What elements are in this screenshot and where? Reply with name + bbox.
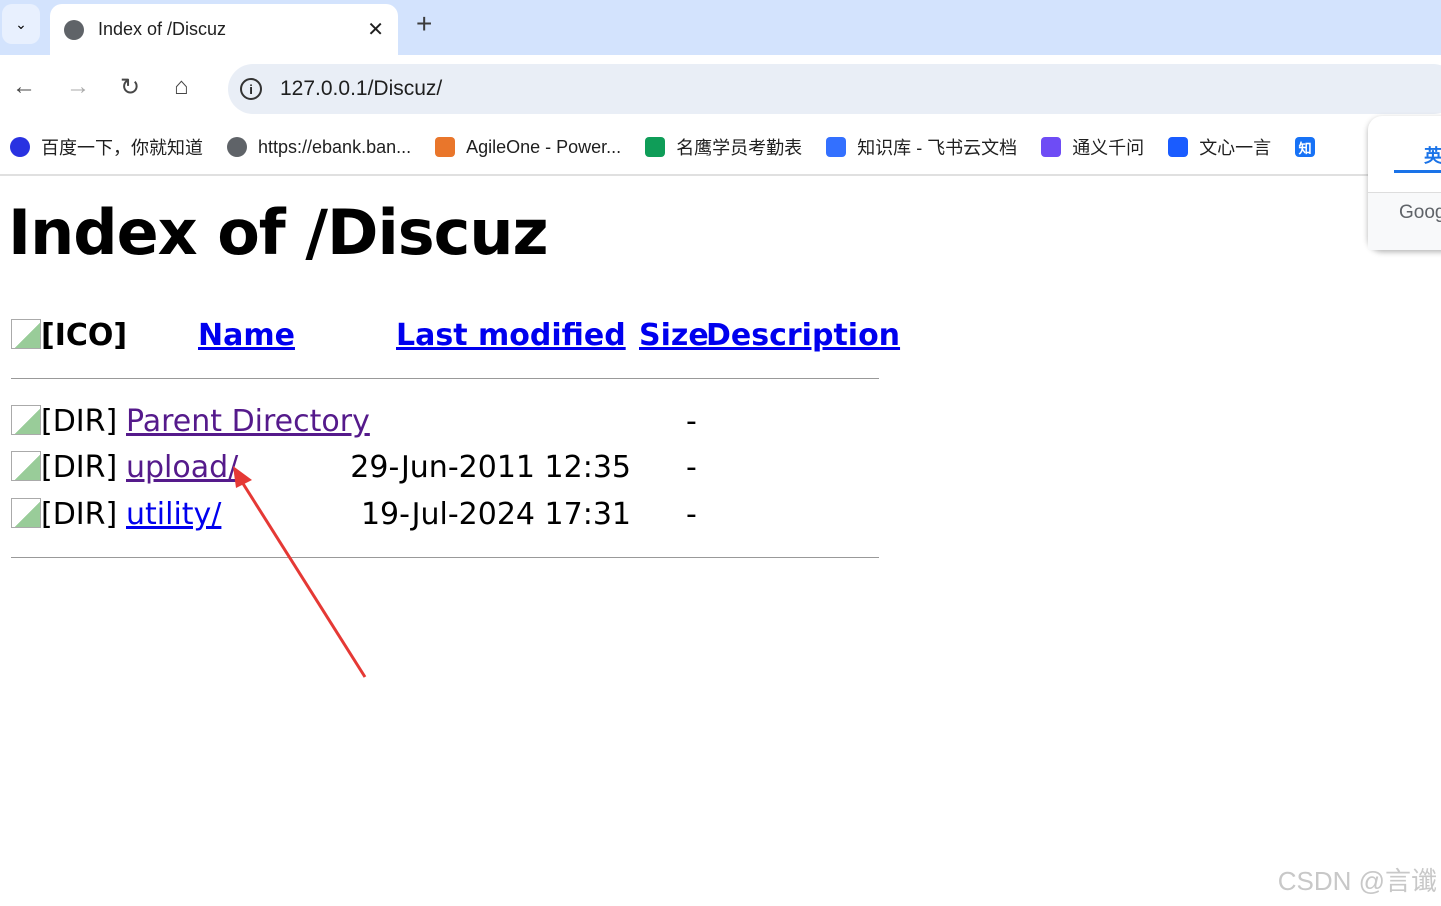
watermark: CSDN @言谶 bbox=[1277, 866, 1437, 896]
annotation-arrow bbox=[233, 466, 367, 678]
arrow-shaft bbox=[240, 481, 367, 678]
arrow-head bbox=[233, 466, 252, 488]
